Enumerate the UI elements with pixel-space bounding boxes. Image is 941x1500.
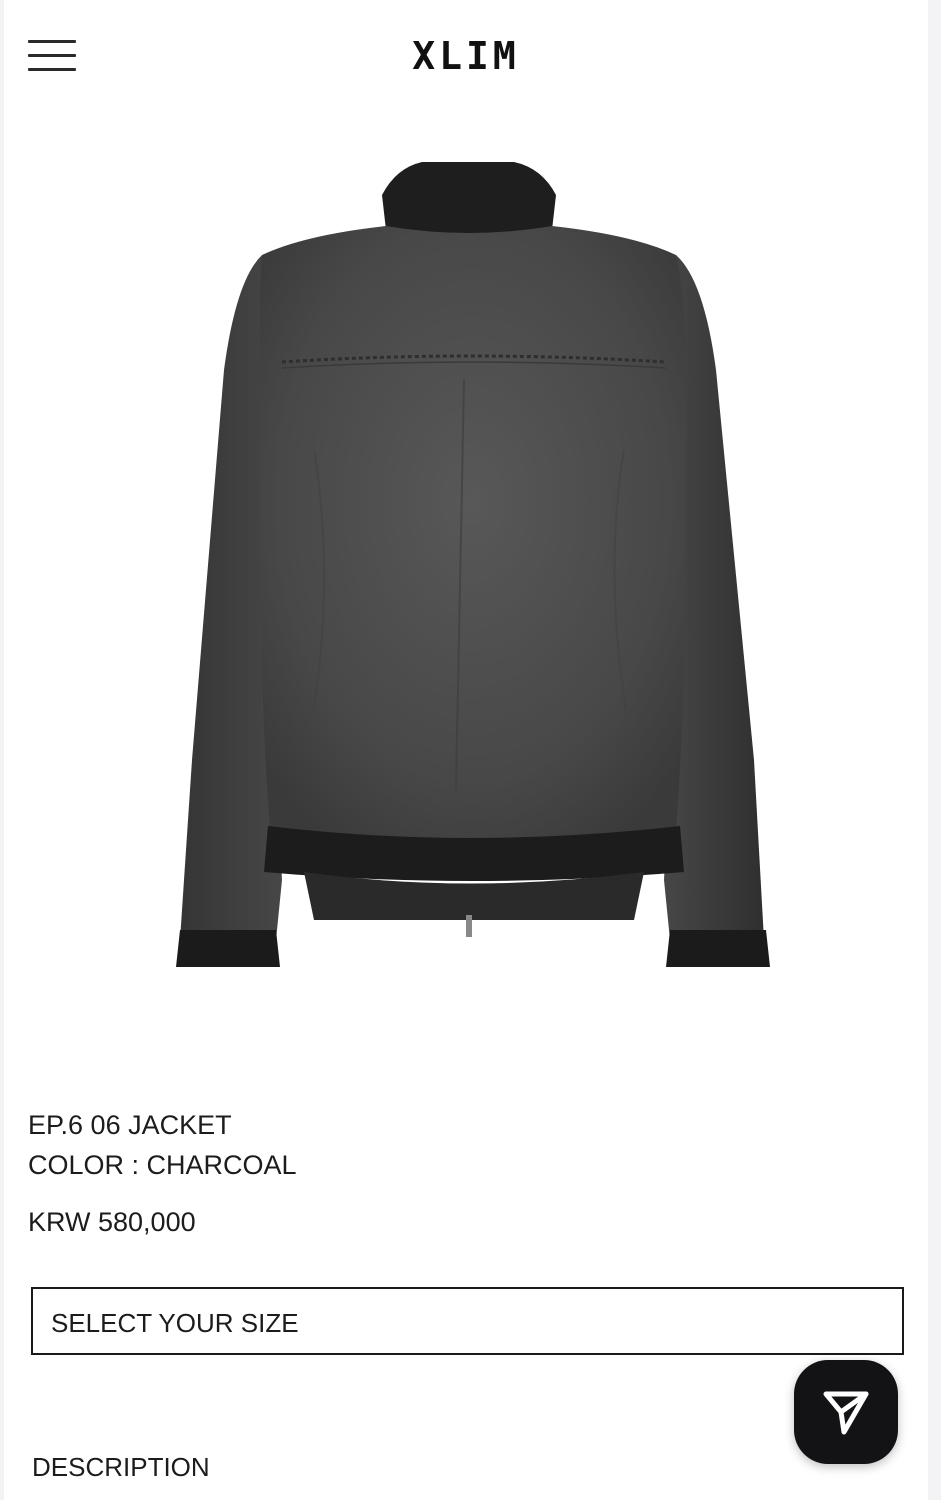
brand-logo[interactable]: XLIM bbox=[4, 34, 928, 78]
product-info: EP.6 06 JACKET COLOR : CHARCOAL KRW 580,… bbox=[28, 1105, 297, 1242]
description-heading[interactable]: DESCRIPTION bbox=[32, 1452, 210, 1483]
product-name: EP.6 06 JACKET bbox=[28, 1110, 232, 1140]
size-select[interactable]: SELECT YOUR SIZE bbox=[31, 1287, 904, 1355]
product-price: KRW 580,000 bbox=[28, 1207, 196, 1237]
header: XLIM bbox=[4, 0, 928, 110]
product-color: COLOR : CHARCOAL bbox=[28, 1150, 297, 1180]
size-select-label: SELECT YOUR SIZE bbox=[51, 1308, 299, 1338]
jacket-back-photo bbox=[176, 162, 770, 967]
send-paper-plane-icon bbox=[823, 1391, 869, 1435]
send-button[interactable] bbox=[794, 1360, 898, 1464]
product-page: XLIM EP.6 06 JACKET COLOR: CHARCOAL KRW… bbox=[4, 0, 928, 1500]
product-image bbox=[164, 150, 784, 980]
